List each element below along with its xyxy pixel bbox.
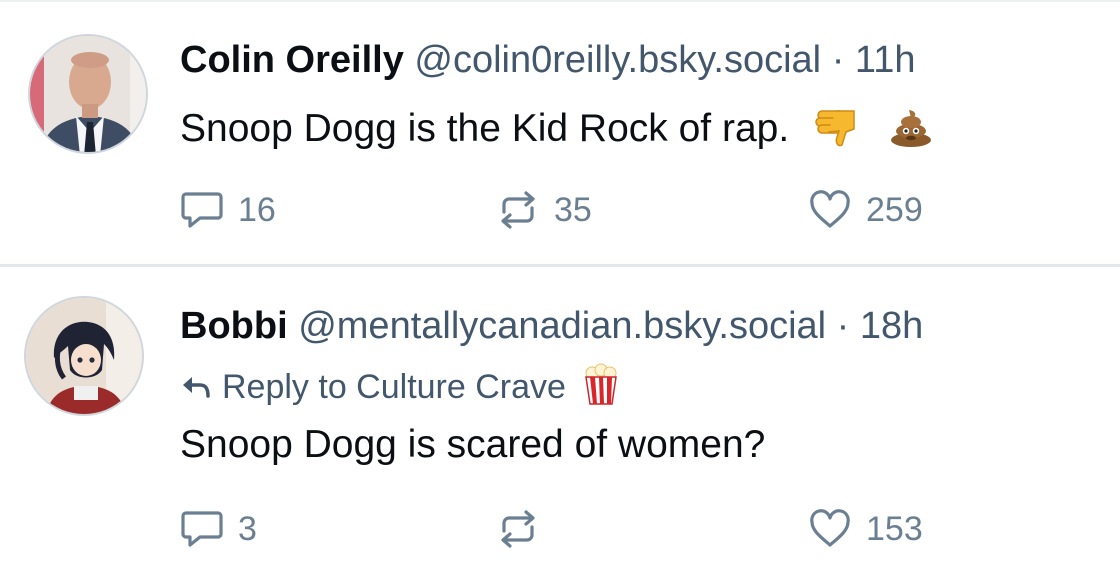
like-button[interactable]: 259: [808, 190, 923, 230]
post-time[interactable]: 18h: [860, 305, 923, 347]
thumbs-down-icon: [814, 105, 860, 156]
speech-bubble-icon: [181, 511, 223, 547]
repost-icon: [501, 191, 535, 229]
author-handle[interactable]: @mentallycanadian.bsky.social: [298, 305, 826, 347]
reply-to-label[interactable]: Reply to Culture Crave: [222, 370, 566, 404]
separator-dot: ·: [836, 305, 850, 347]
like-count: 259: [866, 191, 923, 229]
reply-button[interactable]: 16: [180, 190, 276, 230]
reply-arrow-icon: [183, 377, 210, 398]
post-text-line: Snoop Dogg is the Kid Rock of rap.: [180, 105, 933, 156]
like-count: 153: [866, 510, 923, 548]
pile-of-poo-icon: [889, 107, 933, 154]
separator-dot: ·: [831, 39, 845, 81]
post-time[interactable]: 11h: [855, 39, 916, 81]
author-name[interactable]: Bobbi: [180, 305, 288, 347]
heart-icon: [810, 190, 850, 228]
avatar[interactable]: [24, 296, 144, 416]
repost-icon: [501, 510, 535, 548]
author-handle[interactable]: @colin0reilly.bsky.social: [414, 39, 821, 81]
repost-button[interactable]: 35: [496, 190, 592, 230]
post-text: Snoop Dogg is the Kid Rock of rap.: [180, 106, 790, 150]
reply-context[interactable]: Reply to Culture Crave: [180, 363, 620, 411]
like-button[interactable]: 153: [808, 509, 923, 549]
post-header: Bobbi @mentallycanadian.bsky.social · 18…: [180, 307, 923, 345]
reply-count: 16: [238, 191, 276, 229]
post-colin-oreilly[interactable]: Colin Oreilly @colin0reilly.bsky.social …: [0, 0, 1120, 265]
reply-button[interactable]: 3: [180, 509, 257, 549]
heart-icon: [810, 509, 850, 547]
repost-count: 35: [554, 191, 592, 229]
speech-bubble-icon: [181, 192, 223, 228]
popcorn-icon: [582, 363, 620, 411]
post-text: Snoop Dogg is scared of women?: [180, 423, 766, 466]
reply-count: 3: [238, 510, 257, 548]
author-name[interactable]: Colin Oreilly: [180, 39, 404, 81]
post-header: Colin Oreilly @colin0reilly.bsky.social …: [180, 41, 916, 79]
repost-button[interactable]: [496, 509, 554, 549]
post-bobbi[interactable]: Bobbi @mentallycanadian.bsky.social · 18…: [0, 267, 1120, 584]
avatar[interactable]: [28, 34, 148, 154]
